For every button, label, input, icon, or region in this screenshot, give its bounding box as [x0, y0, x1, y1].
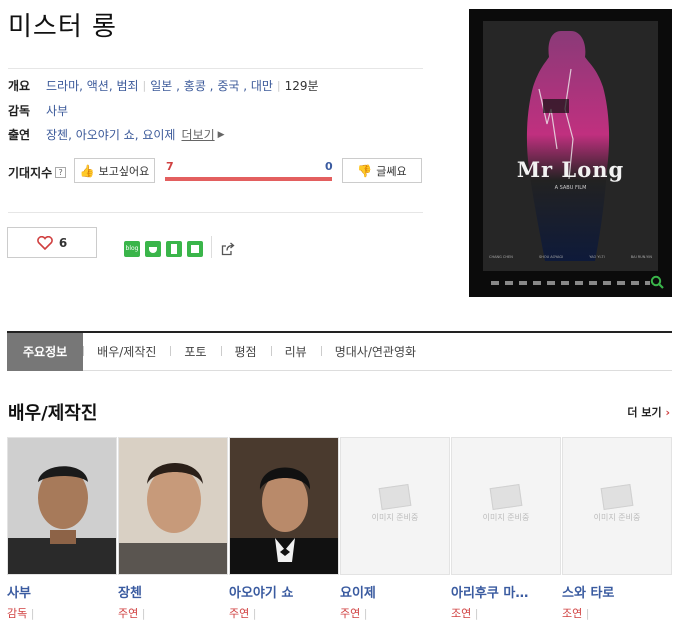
person-role: 주연 — [118, 605, 228, 621]
person-photo — [229, 437, 339, 575]
tab-rating[interactable]: 평점 — [220, 343, 271, 360]
person-role: 조연 — [451, 605, 561, 621]
person-name[interactable]: 아리후쿠 마… — [451, 582, 561, 601]
expectation-label: 기대지수 — [8, 166, 53, 180]
divider — [8, 212, 423, 213]
share-icon[interactable] — [221, 242, 235, 256]
expectation-label-group: 기대지수 ? — [8, 164, 67, 181]
poster-logos — [491, 281, 650, 285]
movie-poster[interactable]: Mr Long A SABU FILM CHANG CHEN SHOU AOYA… — [469, 9, 672, 297]
chevron-right-icon: ▶ — [217, 129, 225, 140]
no-image-label: 이미지 준비중 — [371, 513, 419, 522]
separator: | — [276, 79, 281, 92]
want-count: 7 — [166, 160, 174, 173]
cast-link[interactable]: 장첸, 아오야기 쇼, 요이제 — [46, 126, 175, 143]
director-label: 감독 — [8, 104, 31, 118]
genres-link[interactable]: 드라마, 액션, 범죄 — [46, 77, 139, 94]
zoom-icon[interactable] — [650, 275, 664, 289]
overview-row: 개요 드라마, 액션, 범죄 | 일본 , 홍콩 , 중국 , 대만 | 129… — [8, 77, 319, 94]
person-card[interactable]: 장첸 주연 — [118, 437, 228, 621]
help-icon[interactable]: ? — [55, 167, 67, 178]
director-link[interactable]: 사부 — [46, 102, 68, 119]
poster-credits: CHANG CHEN SHOU AOYAGI YAO YI-TI BAI RUN… — [489, 255, 652, 259]
heart-icon — [36, 235, 53, 250]
bookmark-icon[interactable] — [166, 241, 182, 257]
expectation-bar — [165, 177, 332, 181]
cast-section-title: 배우/제작진 — [8, 403, 98, 424]
person-role: 감독 — [7, 605, 117, 621]
no-image-icon — [378, 484, 412, 510]
no-image-label: 이미지 준비중 — [482, 513, 530, 522]
poster-title: Mr Long — [516, 157, 625, 182]
person-name[interactable]: 요이제 — [340, 582, 450, 601]
person-card[interactable]: 이미지 준비중 아리후쿠 마… 조연 — [451, 437, 561, 621]
divider — [8, 68, 423, 69]
person-role: 주연 — [340, 605, 450, 621]
cast-label: 출연 — [8, 128, 31, 142]
tab-review[interactable]: 리뷰 — [270, 343, 321, 360]
person-name[interactable]: 스와 타로 — [562, 582, 672, 601]
poster-credit: BAI RUN-YIN — [630, 255, 652, 259]
thumbs-up-icon: 👍 — [79, 163, 95, 178]
cast-more-label: 더 보기 — [627, 406, 662, 419]
no-image-icon — [489, 484, 523, 510]
tab-cast-crew[interactable]: 배우/제작진 — [83, 343, 170, 360]
tab-bar: 주요정보 배우/제작진 포토 평점 리뷰 명대사/연관영화 — [7, 331, 672, 371]
cast-row: 출연 장첸, 아오야기 쇼, 요이제 더보기 ▶ — [8, 126, 225, 143]
poster-subtitle: A SABU FILM — [554, 185, 587, 191]
dislike-label: 글쎄요 — [376, 164, 407, 178]
runtime: 129분 — [284, 79, 319, 93]
person-name[interactable]: 장첸 — [118, 582, 228, 601]
person-photo — [118, 437, 228, 575]
chevron-right-icon: › — [665, 406, 670, 419]
person-role: 주연 — [229, 605, 339, 621]
want-to-see-button[interactable]: 👍 보고싶어요 — [74, 158, 155, 183]
separator: | — [142, 79, 147, 92]
tab-photo[interactable]: 포토 — [170, 343, 220, 360]
cast-more-link[interactable]: 더보기 — [181, 126, 214, 143]
page-title: 미스터 롱 — [8, 12, 117, 42]
person-name[interactable]: 사부 — [7, 582, 117, 601]
person-card[interactable]: 사부 감독 — [7, 437, 117, 621]
person-photo-placeholder: 이미지 준비중 — [562, 437, 672, 575]
person-card[interactable]: 아오야기 쇼 주연 — [229, 437, 339, 621]
person-card[interactable]: 이미지 준비중 요이제 주연 — [340, 437, 450, 621]
no-image-icon — [600, 484, 634, 510]
person-name[interactable]: 아오야기 쇼 — [229, 582, 339, 601]
person-photo-placeholder: 이미지 준비중 — [451, 437, 561, 575]
person-card[interactable]: 이미지 준비중 스와 타로 조연 — [562, 437, 672, 621]
countries-link[interactable]: 일본 , 홍콩 , 중국 , 대만 — [150, 77, 273, 94]
memo-icon[interactable] — [187, 241, 203, 257]
poster-credit: SHOU AOYAGI — [538, 255, 564, 259]
tab-quotes-related[interactable]: 명대사/연관영화 — [320, 343, 430, 360]
dislike-button[interactable]: 👎 글쎄요 — [342, 158, 422, 183]
like-button[interactable]: 6 — [7, 227, 97, 258]
want-to-see-label: 보고싶어요 — [98, 164, 150, 178]
no-image-label: 이미지 준비중 — [593, 513, 641, 522]
person-photo-placeholder: 이미지 준비중 — [340, 437, 450, 575]
tab-main-info[interactable]: 주요정보 — [7, 332, 84, 371]
person-role: 조연 — [562, 605, 672, 621]
cafe-icon[interactable] — [145, 241, 161, 257]
dislike-count: 0 — [325, 160, 333, 173]
thumbs-down-icon: 👎 — [357, 163, 373, 178]
overview-label: 개요 — [8, 79, 31, 93]
cast-more-link[interactable]: 더 보기 › — [627, 404, 670, 420]
poster-credit: YAO YI-TI — [589, 255, 605, 259]
director-row: 감독 사부 — [8, 102, 68, 119]
divider — [211, 236, 212, 258]
like-count: 6 — [58, 235, 68, 250]
poster-silhouette — [526, 31, 610, 261]
poster-credit: CHANG CHEN — [489, 255, 513, 259]
blog-icon[interactable]: blog — [124, 241, 140, 257]
person-photo — [7, 437, 117, 575]
